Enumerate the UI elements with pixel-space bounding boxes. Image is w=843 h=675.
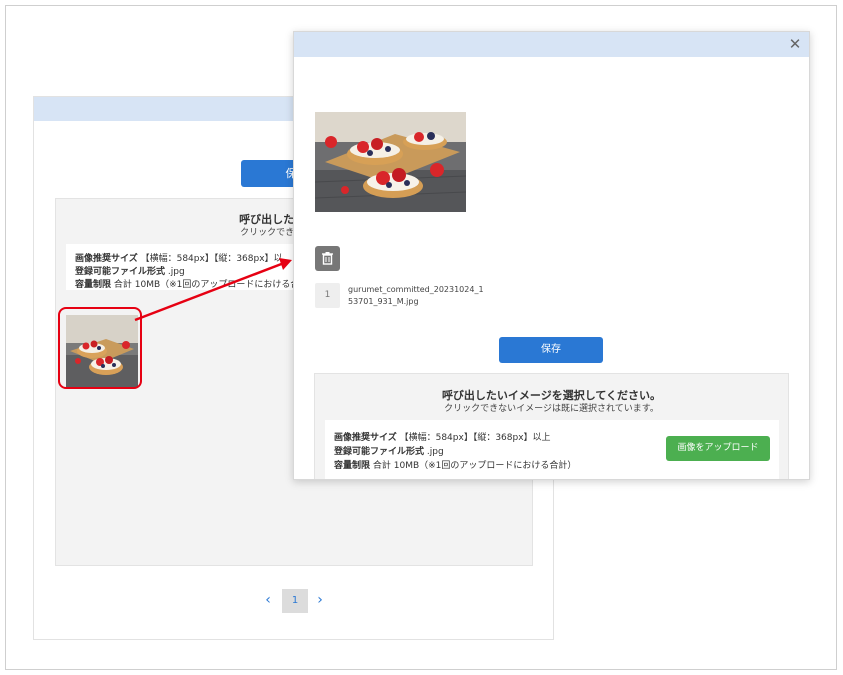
chevron-left-icon[interactable]: ‹: [260, 589, 276, 613]
format-value: .jpg: [167, 267, 185, 277]
size-info: 画像推奨サイズ 【横幅：584px】【縦：368px】以: [75, 251, 283, 264]
delete-image-button[interactable]: [315, 246, 340, 271]
select-subtitle: クリックできないイメージは既に選択されています。: [444, 404, 659, 414]
format-label: 登録可能ファイル形式: [75, 267, 166, 277]
chevron-right-icon[interactable]: ›: [312, 589, 328, 613]
size-info: 画像推奨サイズ 【横幅：584px】【縦：368px】以上: [334, 430, 551, 443]
size-value: 【横幅：584px】【縦：368px】以上: [399, 433, 551, 443]
highlight-box: [58, 307, 142, 389]
modal-header: ✕: [294, 32, 809, 57]
upload-image-button[interactable]: 画像をアップロード: [666, 436, 770, 461]
format-label: 登録可能ファイル形式: [334, 447, 425, 457]
file-index: 1: [315, 283, 340, 308]
capacity-label: 容量制限: [334, 461, 371, 471]
capacity-value: 合計 10MB（※1回のアップロードにおける合計）: [372, 461, 577, 471]
format-info: 登録可能ファイル形式 .jpg: [75, 264, 185, 277]
format-info: 登録可能ファイル形式 .jpg: [334, 444, 444, 457]
tart-photo: [315, 112, 466, 212]
size-value: 【横幅：584px】【縦：368px】以: [140, 254, 283, 264]
capacity-value: 合計 10MB（※1回のアップロードにおける合計）: [113, 280, 318, 290]
close-icon[interactable]: ✕: [786, 35, 804, 53]
capacity-info: 容量制限 合計 10MB（※1回のアップロードにおける合計）: [75, 277, 317, 290]
file-name: gurumet_committed_20231024_153701_931_M.…: [348, 285, 484, 306]
upload-info-box: 画像推奨サイズ 【横幅：584px】【縦：368px】以上 登録可能ファイル形式…: [325, 420, 779, 479]
capacity-info: 容量制限 合計 10MB（※1回のアップロードにおける合計）: [334, 458, 576, 471]
format-value: .jpg: [426, 447, 444, 457]
page-number-current[interactable]: 1: [282, 589, 308, 613]
save-button[interactable]: 保存: [499, 337, 603, 363]
trash-icon: [322, 252, 333, 265]
capacity-label: 容量制限: [75, 280, 112, 290]
selected-image-preview: [315, 112, 466, 212]
size-label: 画像推奨サイズ: [334, 433, 397, 443]
image-select-area: 呼び出したいイメージを選択してください。 クリックできないイメージは既に選択され…: [314, 373, 789, 479]
size-label: 画像推奨サイズ: [75, 254, 138, 264]
image-upload-modal: ✕ 1 gurumet_committed_20231024_153701_93…: [293, 31, 810, 480]
